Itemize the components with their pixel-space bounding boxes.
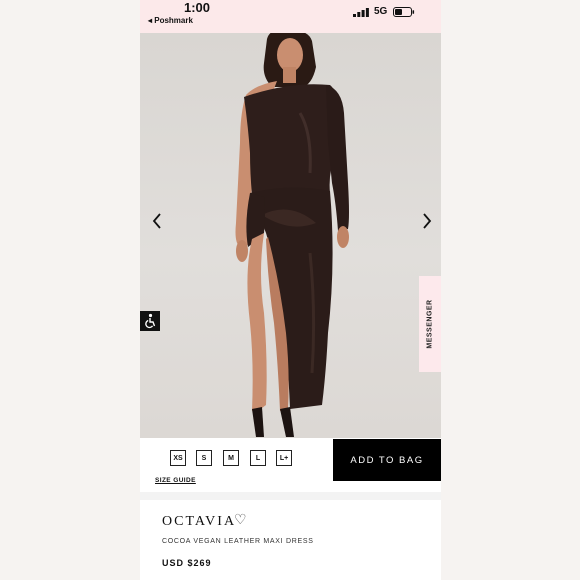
- size-option-xs[interactable]: XS: [170, 450, 186, 466]
- size-option-l[interactable]: L: [250, 450, 266, 466]
- network-type: 5G: [374, 6, 388, 17]
- size-selector-bar: XS S M L L+ SIZE GUIDE ADD TO BAG: [140, 438, 441, 490]
- phone-screen: 1:00 ◂ Poshmark 5G MESSENGER XS S M L L+…: [140, 0, 441, 580]
- section-divider: [140, 492, 441, 500]
- product-image-gallery[interactable]: MESSENGER: [140, 33, 441, 438]
- cellular-signal-icon: [353, 8, 369, 17]
- accessibility-icon: [145, 313, 156, 329]
- product-price: USD $269: [162, 558, 212, 568]
- product-description: COCOA VEGAN LEATHER MAXI DRESS: [162, 538, 314, 545]
- size-option-m[interactable]: M: [223, 450, 239, 466]
- status-time: 1:00: [184, 0, 211, 15]
- battery-icon: [393, 7, 415, 17]
- size-guide-link[interactable]: SIZE GUIDE: [155, 477, 196, 484]
- back-to-app-link[interactable]: ◂ Poshmark: [148, 16, 193, 25]
- add-to-bag-button[interactable]: ADD TO BAG: [333, 439, 441, 481]
- background-left: [0, 0, 140, 580]
- messenger-label: MESSENGER: [426, 299, 434, 349]
- messenger-tab[interactable]: MESSENGER: [419, 276, 441, 372]
- product-photo: [235, 33, 349, 437]
- accessibility-button[interactable]: [140, 311, 160, 331]
- size-option-s[interactable]: S: [196, 450, 212, 466]
- size-option-l-plus[interactable]: L+: [276, 450, 292, 466]
- chevron-right-icon[interactable]: [420, 211, 434, 231]
- background-right: [441, 0, 580, 580]
- status-bar: 1:00 ◂ Poshmark 5G: [140, 0, 441, 33]
- heart-icon[interactable]: ♡: [234, 511, 247, 528]
- product-name: OCTAVIA: [162, 514, 237, 529]
- chevron-left-icon[interactable]: [150, 211, 164, 231]
